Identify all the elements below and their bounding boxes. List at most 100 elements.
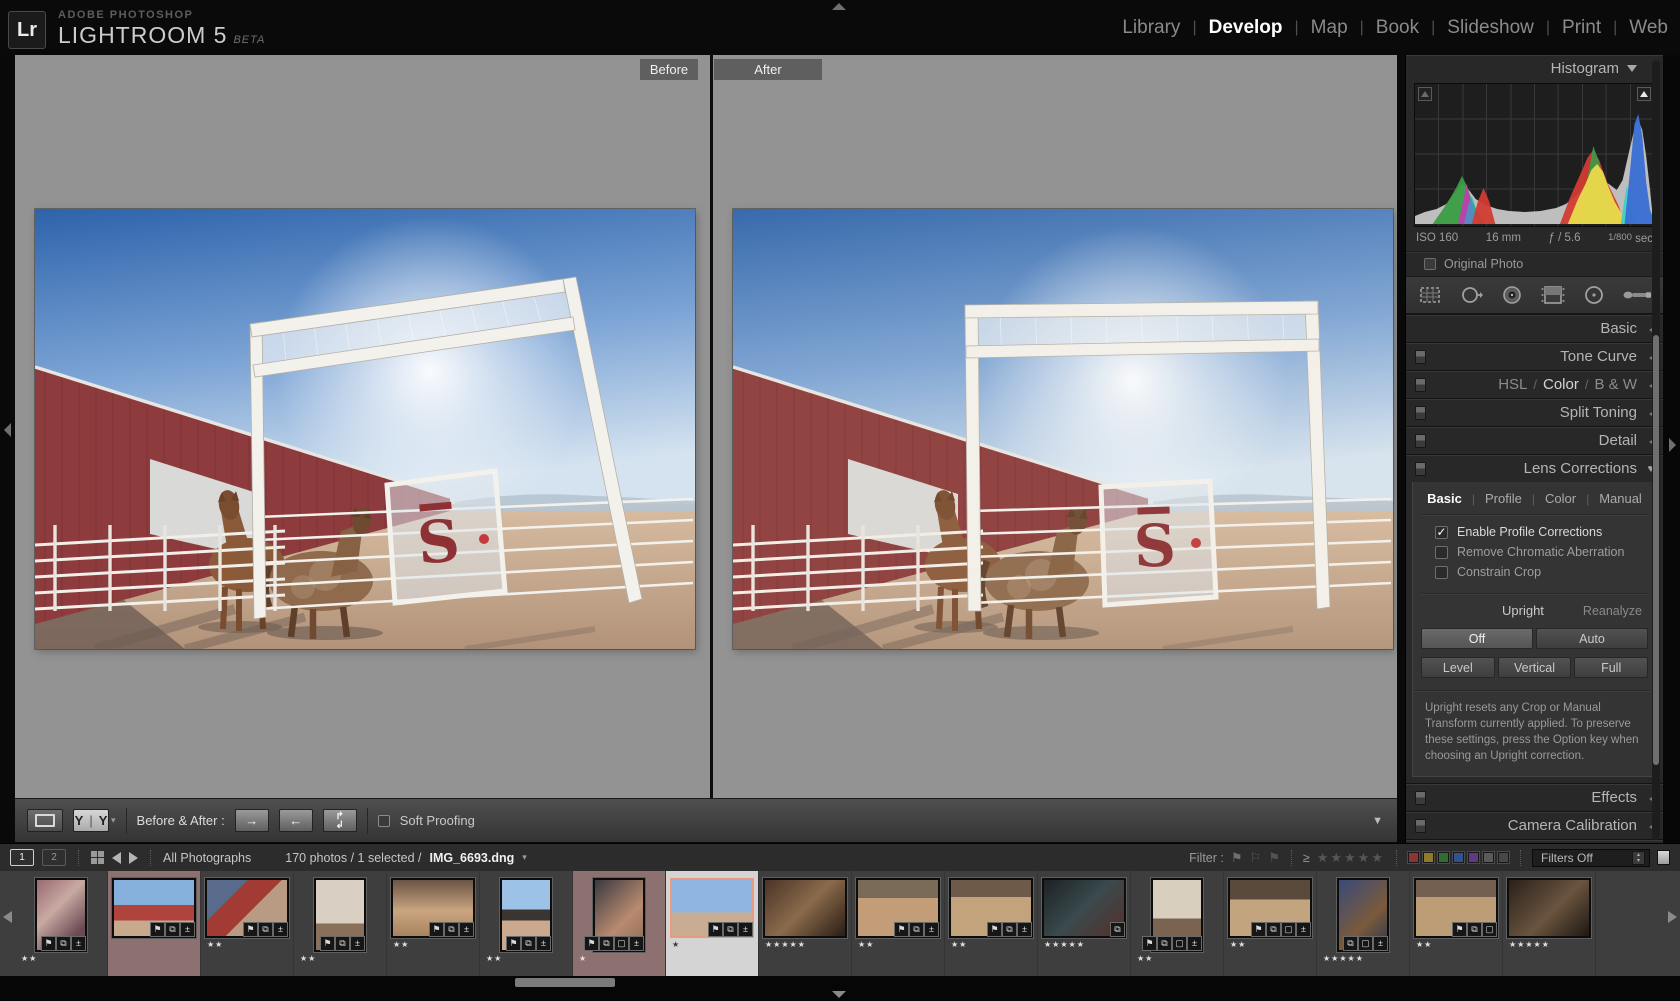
- adjust-badge-icon[interactable]: ±: [738, 922, 753, 937]
- panel-switch[interactable]: [1415, 819, 1426, 834]
- lens-tab-color[interactable]: Color: [1545, 491, 1576, 506]
- adjust-badge-icon[interactable]: ±: [71, 936, 86, 951]
- panel-switch[interactable]: [1415, 378, 1426, 392]
- copy-badge-icon[interactable]: ⧉: [165, 922, 180, 937]
- hsl-segment-hsl[interactable]: HSL: [1498, 376, 1527, 393]
- filter-master-switch[interactable]: [1657, 850, 1670, 865]
- checkbox-remove-chromatic-aberration[interactable]: [1435, 545, 1448, 559]
- flag-badge-icon[interactable]: ⚑: [708, 922, 723, 937]
- reanalyze-button[interactable]: Reanalyze: [1583, 604, 1646, 618]
- filmstrip-scroll-right-icon[interactable]: [1668, 911, 1677, 923]
- module-develop[interactable]: Develop: [1209, 17, 1283, 39]
- right-panel-scrollbar[interactable]: [1652, 60, 1660, 840]
- flag-badge-icon[interactable]: ⚑: [894, 922, 909, 937]
- lens-corrections-panel-header[interactable]: Lens Corrections: [1406, 454, 1663, 482]
- filmstrip-thumbnail-5[interactable]: ⚑ ⧉ ± ★★: [387, 871, 480, 976]
- crop-overlay-icon[interactable]: [1417, 285, 1443, 305]
- copy-badge-icon[interactable]: ⧉: [1266, 922, 1281, 937]
- copy-before-to-after-button[interactable]: →: [234, 809, 269, 832]
- grid-view-icon[interactable]: [91, 851, 104, 864]
- adjust-badge-icon[interactable]: ±: [273, 922, 288, 937]
- histogram-chart[interactable]: [1414, 83, 1655, 227]
- filename-dropdown-icon[interactable]: ▾: [522, 852, 527, 863]
- camera-calibration-panel-header[interactable]: Camera Calibration: [1406, 811, 1663, 839]
- color-label-chip-1[interactable]: [1422, 851, 1435, 864]
- upright-vertical-button[interactable]: Vertical: [1497, 657, 1572, 678]
- checkbox-enable-profile-corrections[interactable]: ✓: [1435, 525, 1448, 539]
- tone-curve-panel-header[interactable]: Tone Curve: [1406, 342, 1663, 370]
- upright-full-button[interactable]: Full: [1574, 657, 1649, 678]
- adjust-badge-icon[interactable]: ±: [629, 936, 644, 951]
- adjust-badge-icon[interactable]: ±: [459, 922, 474, 937]
- adjustment-brush-icon[interactable]: [1622, 285, 1652, 305]
- copy-badge-icon[interactable]: ⧉: [723, 922, 738, 937]
- module-slideshow[interactable]: Slideshow: [1447, 17, 1534, 39]
- copy-badge-icon[interactable]: ⧉: [335, 936, 350, 951]
- filmstrip-thumbnail-7[interactable]: ⚑ ⧉ ▢ ± ★: [573, 871, 666, 976]
- top-panel-collapse-arrow-icon[interactable]: [832, 3, 846, 10]
- source-label[interactable]: All Photographs: [163, 851, 251, 865]
- adjust-badge-icon[interactable]: ±: [924, 922, 939, 937]
- split-toning-panel-header[interactable]: Split Toning: [1406, 398, 1663, 426]
- copy-badge-icon[interactable]: ⧉: [599, 936, 614, 951]
- module-print[interactable]: Print: [1562, 17, 1601, 39]
- basic-panel-header[interactable]: Basic: [1406, 314, 1663, 342]
- copy-badge-icon[interactable]: ⧉: [1467, 922, 1482, 937]
- highlight-clipping-indicator[interactable]: [1637, 87, 1651, 101]
- flag-unflagged-icon[interactable]: ⚐: [1250, 850, 1262, 866]
- loupe-view-button[interactable]: [27, 809, 63, 832]
- bottom-panel-collapse-arrow-icon[interactable]: [832, 991, 846, 998]
- copy-after-to-before-button[interactable]: ←: [278, 809, 313, 832]
- histogram-panel-header[interactable]: Histogram: [1406, 55, 1663, 81]
- second-window-button[interactable]: 2: [42, 849, 66, 866]
- filmstrip-thumbnail-12[interactable]: ⧉ ★★★★★: [1038, 871, 1131, 976]
- soft-proofing-checkbox[interactable]: [377, 814, 390, 827]
- adjust-badge-icon[interactable]: ±: [1373, 936, 1388, 951]
- flag-badge-icon[interactable]: ⚑: [1142, 936, 1157, 951]
- flag-badge-icon[interactable]: ⚑: [320, 936, 335, 951]
- adjust-badge-icon[interactable]: ±: [180, 922, 195, 937]
- graduated-filter-icon[interactable]: [1540, 285, 1566, 305]
- crop-badge-icon[interactable]: ▢: [1482, 922, 1497, 937]
- color-label-chip-5[interactable]: [1482, 851, 1495, 864]
- detail-panel-header[interactable]: Detail: [1406, 426, 1663, 454]
- effects-panel-header[interactable]: Effects: [1406, 783, 1663, 811]
- selected-filename[interactable]: IMG_6693.dng: [429, 851, 514, 865]
- before-after-view-button[interactable]: Y | Y: [73, 809, 109, 832]
- flag-badge-icon[interactable]: ⚑: [429, 922, 444, 937]
- copy-badge-icon[interactable]: ⧉: [258, 922, 273, 937]
- panel-switch[interactable]: [1415, 791, 1426, 806]
- right-panel-edge[interactable]: [1663, 55, 1680, 845]
- crop-badge-icon[interactable]: ▢: [1172, 936, 1187, 951]
- filmstrip-thumbnail-6[interactable]: ⚑ ⧉ ± ★★: [480, 871, 573, 976]
- copy-badge-icon[interactable]: ⧉: [909, 922, 924, 937]
- hsl-color-bw-panel-header[interactable]: HSL / Color / B & W: [1406, 370, 1663, 398]
- flag-badge-icon[interactable]: ⚑: [150, 922, 165, 937]
- rating-stars-filter[interactable]: ★★★★★: [1317, 850, 1385, 866]
- filmstrip-thumbnail-16[interactable]: ⚑ ⧉ ▢ ★★: [1410, 871, 1503, 976]
- flag-badge-icon[interactable]: ⚑: [243, 922, 258, 937]
- adjust-badge-icon[interactable]: ±: [1187, 936, 1202, 951]
- filmstrip-thumbnail-2[interactable]: ⚑ ⧉ ±: [108, 871, 201, 976]
- lens-tab-manual[interactable]: Manual: [1599, 491, 1642, 506]
- filmstrip-thumbnail-15[interactable]: ⧉ ▢ ± ★★★★★: [1317, 871, 1410, 976]
- module-book[interactable]: Book: [1376, 17, 1419, 39]
- upright-auto-button[interactable]: Auto: [1536, 628, 1648, 649]
- radial-filter-icon[interactable]: [1583, 285, 1605, 305]
- go-back-arrow-icon[interactable]: [112, 851, 121, 864]
- filmstrip-thumbnail-3[interactable]: ⚑ ⧉ ± ★★: [201, 871, 294, 976]
- upright-off-button[interactable]: Off: [1421, 628, 1533, 649]
- copy-badge-icon[interactable]: ⧉: [444, 922, 459, 937]
- swap-before-after-button[interactable]: ↱ ↲: [322, 809, 357, 832]
- right-panel-collapse-arrow-icon[interactable]: [1669, 438, 1676, 452]
- filmstrip-thumbnail-9[interactable]: ★★★★★: [759, 871, 852, 976]
- filmstrip-scroll-left-icon[interactable]: [3, 911, 12, 923]
- copy-badge-icon[interactable]: ⧉: [56, 936, 71, 951]
- crop-badge-icon[interactable]: ▢: [1358, 936, 1373, 951]
- module-map[interactable]: Map: [1311, 17, 1348, 39]
- checkbox-constrain-crop[interactable]: [1435, 565, 1448, 579]
- copy-badge-icon[interactable]: ⧉: [1343, 936, 1358, 951]
- panel-switch[interactable]: [1415, 350, 1426, 364]
- module-web[interactable]: Web: [1629, 17, 1668, 39]
- filmstrip-thumbnail-1[interactable]: ⚑ ⧉ ± ★★: [15, 871, 108, 976]
